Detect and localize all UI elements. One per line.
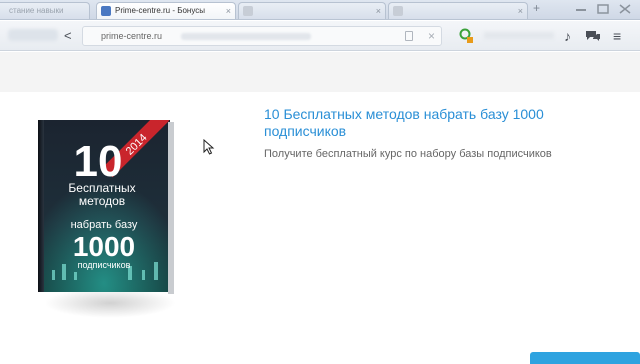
menu-icon[interactable]: ≡ <box>613 28 621 44</box>
cover-big-number: 1000 <box>73 231 135 262</box>
tab-third[interactable]: × <box>238 2 386 19</box>
tab-close-icon[interactable]: × <box>226 3 231 19</box>
tab-label: Prime-centre.ru - Бонусы <box>115 6 206 15</box>
address-url: prime-centre.ru <box>101 31 163 41</box>
favicon-icon <box>243 6 253 16</box>
cover-line1: Бесплатных <box>68 181 135 195</box>
toolbar-extensions <box>484 32 554 39</box>
new-tab-icon[interactable]: + <box>533 1 540 15</box>
browser-tab-strip: стание навыки Prime-centre.ru - Бонусы ×… <box>0 0 640 20</box>
music-icon[interactable]: ♪ <box>564 28 571 44</box>
tab-fourth[interactable]: × <box>388 2 528 19</box>
browser-toolbar: < prime-centre.ru × ♪ ≡ <box>0 21 640 51</box>
offer-title-link[interactable]: 10 Бесплатных методов набрать базу 1000 … <box>264 106 624 140</box>
address-path <box>181 33 311 40</box>
subscribe-button[interactable] <box>530 352 640 364</box>
tab-close-icon[interactable]: × <box>518 3 523 19</box>
chat-icon[interactable] <box>585 30 601 42</box>
share-icon[interactable]: < <box>64 28 72 43</box>
address-bar[interactable]: prime-centre.ru × <box>82 26 442 46</box>
cover-line2: методов <box>79 194 125 208</box>
cover-number: 10 <box>74 137 123 186</box>
window-controls[interactable] <box>574 3 634 15</box>
cover-line4: подписчиков <box>78 260 131 270</box>
tab-previous[interactable]: стание навыки <box>0 2 90 19</box>
site-favicon-icon <box>101 6 111 16</box>
navigation-buttons[interactable] <box>8 29 58 41</box>
mouse-pointer-icon <box>203 139 215 155</box>
book-cover-image: 2014 10 Бесплатных методов набрать базу … <box>38 120 174 294</box>
extension-icon[interactable] <box>459 28 473 44</box>
bookmark-close-icon[interactable]: × <box>428 29 435 43</box>
tab-prime-centre[interactable]: Prime-centre.ru - Бонусы × <box>96 2 236 19</box>
favicon-icon <box>393 6 403 16</box>
offer-subtitle: Получите бесплатный курс по набору базы … <box>264 148 552 160</box>
cover-line3: набрать базу <box>71 219 138 231</box>
tab-label: стание навыки <box>9 6 64 15</box>
page-icon[interactable] <box>405 31 413 41</box>
site-header <box>0 52 640 92</box>
tab-close-icon[interactable]: × <box>376 3 381 19</box>
